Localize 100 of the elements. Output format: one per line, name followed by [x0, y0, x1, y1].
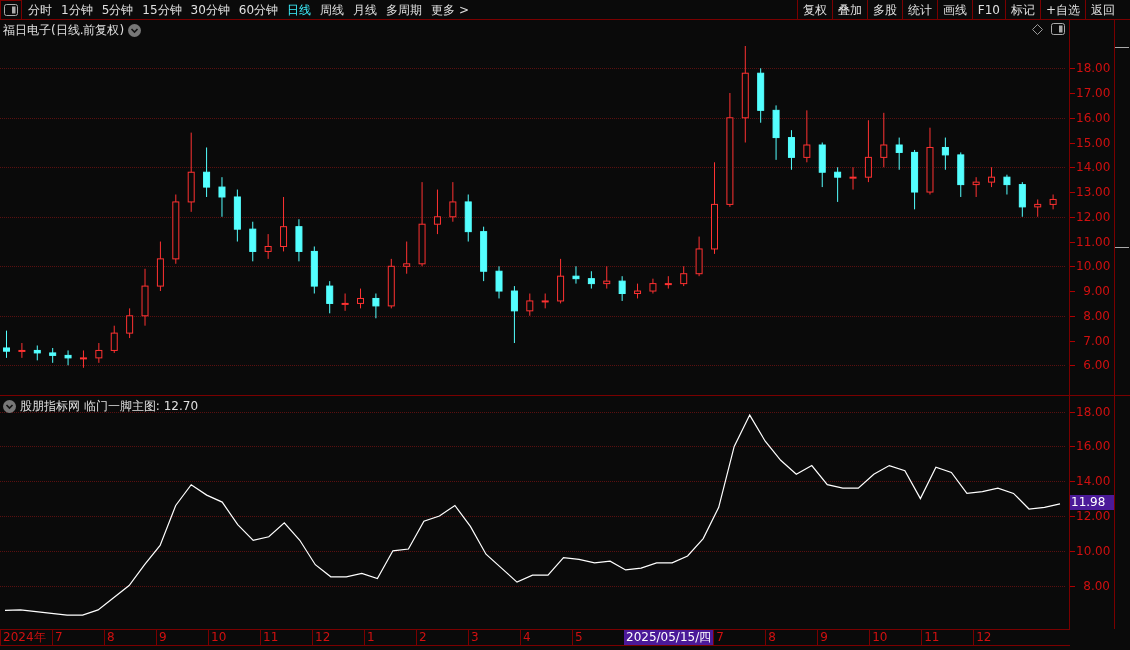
chart-title: 福日电子(日线.前复权)	[3, 22, 125, 39]
date-axis-label: 4	[520, 630, 572, 645]
candle	[110, 325, 118, 354]
price-axis-label: 12.00	[1076, 209, 1110, 224]
candle	[218, 176, 226, 218]
candle	[264, 233, 272, 260]
toolbar-button[interactable]: 标记	[1004, 0, 1040, 20]
date-axis-label: 9	[817, 630, 870, 645]
candle	[634, 283, 642, 299]
date-axis-label: 11	[921, 630, 974, 645]
price-axis-label: 10.00	[1076, 259, 1110, 274]
date-axis-label: 8	[765, 630, 818, 645]
toolbar-button[interactable]: 统计	[901, 0, 937, 20]
dropdown-chevron-icon[interactable]	[3, 399, 16, 413]
toolbar-button[interactable]: 复权	[796, 0, 832, 20]
candle	[33, 345, 41, 361]
candle	[680, 265, 688, 287]
date-axis-label: 1	[364, 630, 416, 645]
candle	[3, 330, 10, 359]
candle	[618, 275, 626, 302]
candle	[280, 196, 288, 252]
toolbar-button[interactable]: 叠加	[831, 0, 867, 20]
candle	[695, 236, 703, 277]
date-axis-label: 11	[260, 630, 312, 645]
date-axis-label: 7	[713, 630, 766, 645]
period-tab[interactable]: 周线	[320, 0, 345, 19]
toolbar-button[interactable]: F10	[971, 0, 1005, 20]
candle	[880, 112, 888, 168]
candle	[79, 349, 87, 369]
date-axis-label: 10	[208, 630, 260, 645]
period-tab[interactable]: 分时	[28, 0, 52, 19]
candle	[1018, 181, 1026, 218]
candle	[295, 218, 303, 262]
toolbar-button[interactable]: 画线	[936, 0, 972, 20]
dropdown-chevron-icon[interactable]	[128, 23, 142, 37]
candle	[572, 265, 580, 285]
date-axis-label: 8	[104, 630, 156, 645]
candle	[403, 241, 411, 275]
period-tab[interactable]: 更多 >	[431, 0, 469, 19]
candle	[757, 67, 765, 124]
price-axis-label: 11.00	[1076, 234, 1110, 249]
price-axis-label: 8.00	[1082, 308, 1110, 323]
period-tab[interactable]: 15分钟	[142, 0, 182, 19]
candle	[864, 119, 872, 183]
candle	[1049, 194, 1057, 210]
date-axis-label: 2024年	[0, 630, 52, 645]
candle	[480, 226, 488, 282]
candle	[541, 293, 549, 309]
candle	[172, 194, 180, 265]
candle	[141, 268, 149, 327]
price-axis-label: 17.00	[1076, 86, 1110, 100]
candle	[834, 166, 842, 203]
indicator-axis-label: 14.00	[1076, 474, 1110, 489]
candle	[126, 307, 134, 339]
candle	[464, 194, 472, 243]
price-axis-label: 14.00	[1076, 160, 1110, 175]
period-tab[interactable]: 5分钟	[101, 0, 134, 19]
date-axis-label: 9	[156, 630, 208, 645]
candle	[64, 349, 72, 366]
toolbar-button[interactable]: 返回	[1085, 0, 1120, 20]
candle	[156, 241, 164, 292]
indicator-axis-label: 10.00	[1076, 543, 1110, 558]
period-tab[interactable]: 日线	[287, 0, 312, 19]
diamond-icon[interactable]	[1032, 23, 1043, 35]
price-axis-label: 16.00	[1076, 110, 1110, 125]
indicator-axis-label: 18.00	[1076, 404, 1110, 419]
date-axis-label: 10	[869, 630, 922, 645]
candle	[326, 280, 334, 314]
candle	[387, 258, 395, 309]
indicator-title: 股朋指标网 临门一脚主图: 12.70	[20, 398, 199, 415]
current-value-badge: 11.98	[1070, 494, 1114, 510]
candle	[203, 147, 211, 198]
panel-toggle-icon[interactable]	[1051, 23, 1065, 35]
candle	[1003, 174, 1011, 195]
price-axis-label: 7.00	[1082, 333, 1110, 348]
candle	[310, 246, 318, 294]
toolbar-button[interactable]: +自选	[1039, 0, 1085, 20]
period-tab[interactable]: 60分钟	[238, 0, 279, 19]
candle	[787, 129, 795, 171]
date-axis-label: 7	[52, 630, 104, 645]
period-tab[interactable]: 1分钟	[61, 0, 93, 19]
date-axis-label: 12	[973, 630, 1026, 645]
price-axis-label: 6.00	[1082, 358, 1110, 373]
period-tab[interactable]: 30分钟	[190, 0, 230, 19]
period-tab[interactable]: 多周期	[386, 0, 423, 19]
candle	[557, 258, 565, 304]
candle	[1034, 198, 1042, 218]
toolbar-button[interactable]: 多股	[866, 0, 902, 20]
period-tab[interactable]: 月线	[353, 0, 378, 19]
candle	[587, 270, 595, 290]
candle	[957, 151, 965, 198]
candle	[849, 166, 857, 191]
candle	[911, 149, 919, 210]
candle	[357, 288, 364, 309]
candle	[510, 285, 518, 344]
date-axis-label: 3	[468, 630, 520, 645]
candle	[449, 181, 457, 223]
candle	[926, 127, 934, 195]
candle	[18, 342, 26, 359]
candle	[972, 176, 980, 198]
